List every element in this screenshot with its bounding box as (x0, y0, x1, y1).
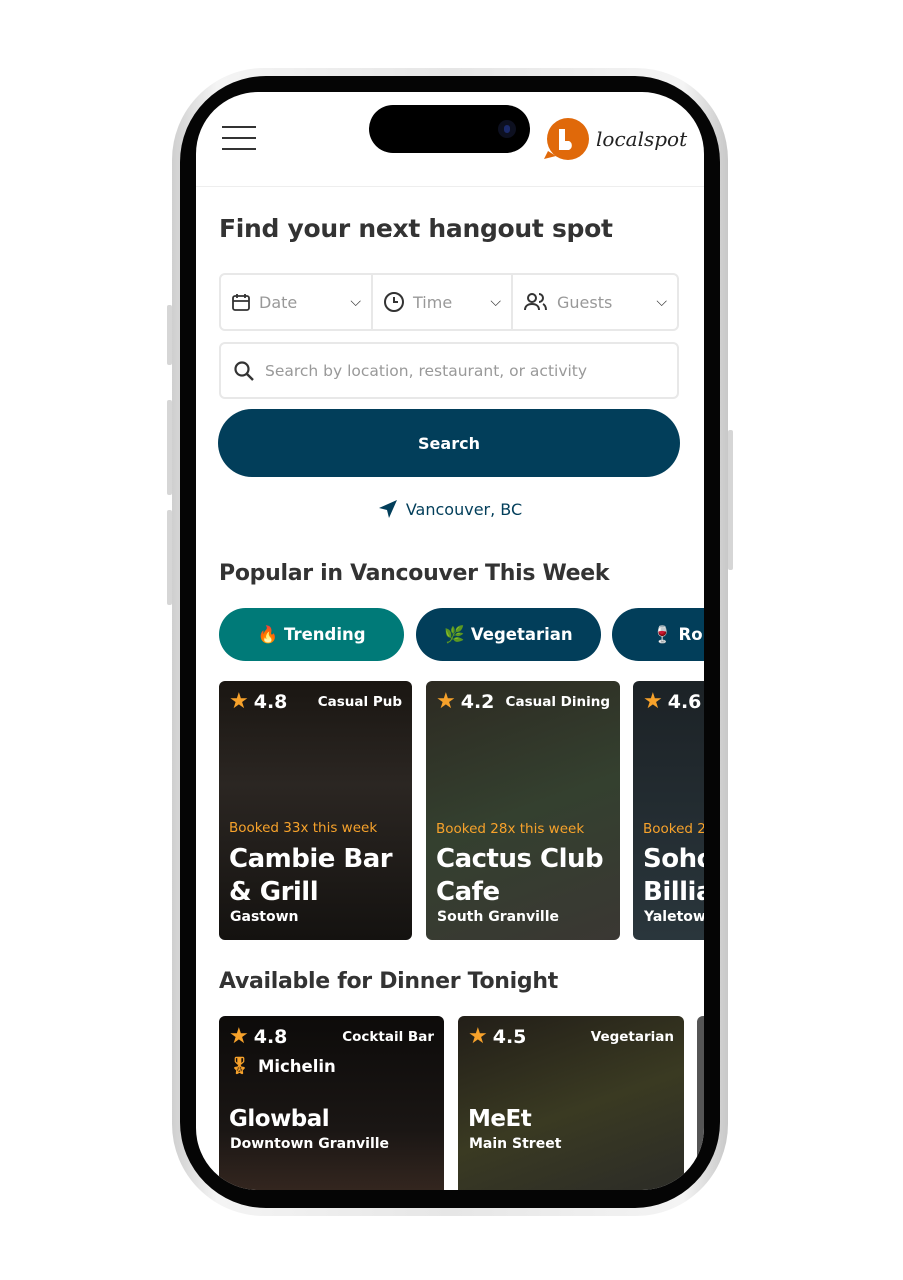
time-label: Time (413, 292, 453, 312)
search-placeholder: Search by location, restaurant, or activ… (265, 361, 588, 380)
popular-card[interactable]: ★4.6 Booked 2 Soho Billiards Yaletown (633, 681, 704, 940)
location-label: Vancouver, BC (405, 499, 523, 519)
date-label: Date (259, 292, 298, 312)
guests-dropdown[interactable]: Guests ⌵ (513, 275, 677, 329)
rating: 4.2 (460, 690, 495, 713)
rating: 4.8 (253, 690, 288, 713)
star-icon: ★ (643, 689, 663, 714)
star-icon: ★ (229, 689, 249, 714)
guests-label: Guests (557, 292, 613, 312)
booked-count: Booked 28x this week (436, 821, 585, 837)
filter-row: Date ⌵ Time ⌵ Guests ⌵ (219, 273, 679, 331)
search-icon (234, 360, 254, 381)
venue-name: Soho Billiards (643, 844, 704, 907)
calendar-icon (232, 294, 250, 311)
time-dropdown[interactable]: Time ⌵ (373, 275, 513, 329)
chip-label: Trending (284, 625, 366, 644)
chip-label: Vegetarian (470, 625, 573, 644)
chip-romantic[interactable]: 🍷 Romantic (612, 608, 704, 661)
popular-card[interactable]: ★ 4.8 Casual Pub Booked 33x this week Cam… (219, 681, 412, 940)
chip-label: Romantic (678, 625, 704, 644)
venue-area: Downtown Granville (230, 1136, 390, 1152)
chip-vegetarian[interactable]: 🌿 Vegetarian (416, 608, 601, 661)
popular-card[interactable]: ★ 4.2 Casual Dining Booked 28x this week … (426, 681, 620, 940)
star-icon: ★ (468, 1024, 488, 1049)
dinner-card[interactable]: ★ 4.8 Cocktail Bar 🎖 Michelin Glowbal Down… (219, 1016, 444, 1190)
dinner-section-title: Available for Dinner Tonight (219, 969, 558, 994)
search-input[interactable]: Search by location, restaurant, or activ… (219, 342, 679, 399)
venue-area: Yaletown (644, 909, 704, 925)
leaf-icon: 🌿 (444, 624, 465, 644)
venue-area: Main Street (469, 1136, 562, 1152)
popular-section-title: Popular in Vancouver This Week (219, 561, 610, 586)
brand-logo[interactable]: localspot (542, 117, 687, 161)
screen: localspot Find your next hangout spot Da… (196, 92, 704, 1190)
camera-icon (498, 120, 516, 138)
phone-side-button (167, 400, 172, 495)
rating: 4.5 (492, 1025, 527, 1048)
phone-side-button (167, 510, 172, 605)
users-icon (524, 293, 547, 311)
michelin-badge: Michelin (257, 1056, 336, 1076)
dinner-card[interactable] (697, 1016, 704, 1190)
venue-name: MeEt (468, 1106, 532, 1132)
category: Casual Dining (505, 694, 610, 710)
chevron-down-icon: ⌵ (490, 294, 501, 310)
chevron-down-icon: ⌵ (350, 294, 361, 310)
category: Cocktail Bar (342, 1029, 434, 1045)
star-icon: ★ (229, 1024, 249, 1049)
current-location[interactable]: Vancouver, BC (196, 499, 704, 519)
dinner-card[interactable]: ★ 4.5 Vegetarian MeEt Main Street (458, 1016, 684, 1190)
phone-power-button (728, 430, 733, 570)
rating: 4.8 (253, 1025, 288, 1048)
brand-name: localspot (596, 127, 688, 151)
venue-name: Cactus Club Cafe (436, 844, 604, 907)
header-divider (196, 186, 704, 187)
venue-name: Glowbal (229, 1106, 330, 1132)
venue-area: South Granville (437, 909, 560, 925)
star-icon: ★ (436, 689, 456, 714)
page-title: Find your next hangout spot (219, 214, 613, 243)
fire-icon: 🔥 (257, 624, 278, 644)
category: Casual Pub (317, 694, 402, 710)
logo-icon (544, 118, 589, 160)
clock-icon (384, 292, 404, 312)
rating: 4.6 (667, 690, 702, 713)
navigation-arrow-icon (378, 500, 397, 518)
category: Vegetarian (590, 1029, 674, 1045)
venue-name: Cambie Bar & Grill (229, 844, 393, 907)
chip-trending[interactable]: 🔥 Trending (219, 608, 404, 661)
search-button[interactable]: Search (218, 409, 680, 477)
booked-count: Booked 2 (643, 821, 704, 837)
chevron-down-icon: ⌵ (656, 294, 667, 310)
booked-count: Booked 33x this week (229, 820, 378, 836)
wine-icon: 🍷 (652, 624, 673, 644)
hamburger-icon[interactable] (222, 126, 256, 152)
award-icon: 🎖 (229, 1056, 250, 1075)
date-dropdown[interactable]: Date ⌵ (221, 275, 373, 329)
phone-side-button (167, 305, 172, 365)
venue-area: Gastown (230, 909, 299, 925)
dynamic-island (369, 105, 530, 153)
